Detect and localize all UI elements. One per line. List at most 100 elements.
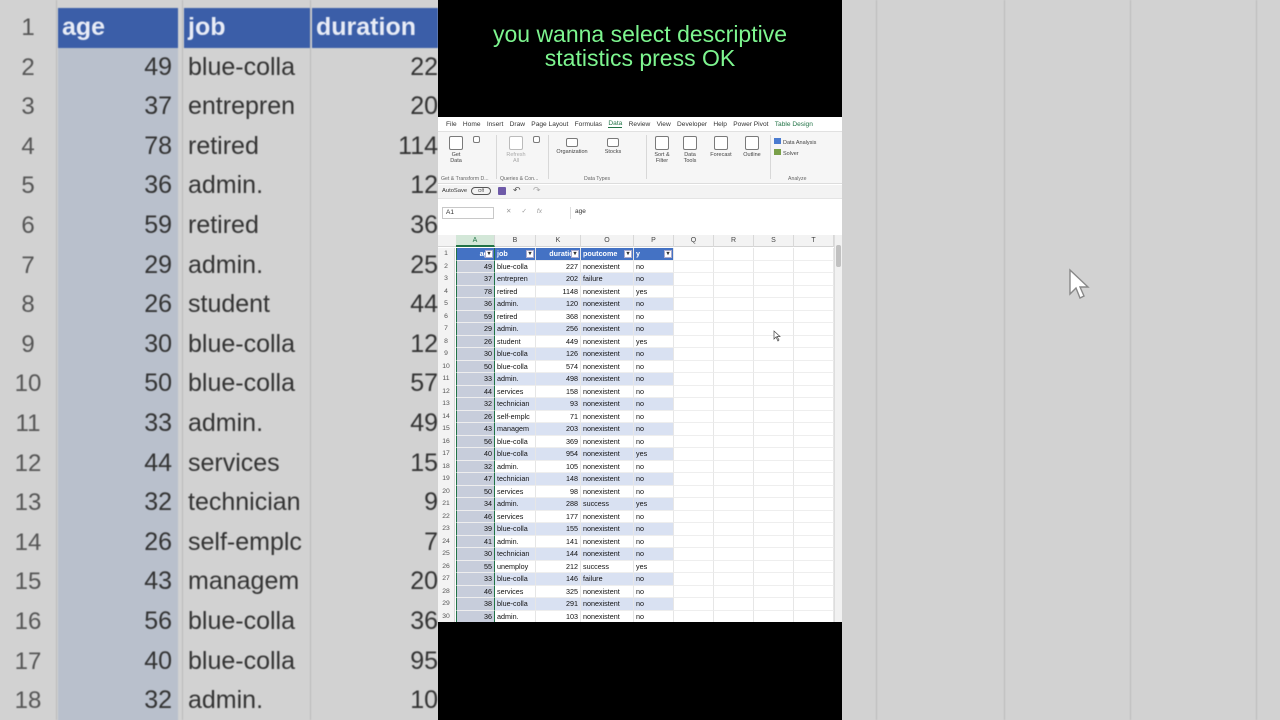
cell-y[interactable]: yes	[634, 335, 674, 348]
empty-cell[interactable]	[674, 598, 714, 611]
cell-y[interactable]: yes	[634, 498, 674, 511]
cell-duration[interactable]: 369	[536, 435, 581, 448]
row-number[interactable]: 2	[438, 260, 455, 273]
cell-y[interactable]: no	[634, 423, 674, 436]
cell-poutcome[interactable]: success	[581, 498, 634, 511]
empty-cell[interactable]	[794, 485, 834, 498]
empty-cell[interactable]	[794, 310, 834, 323]
cell-duration[interactable]: 103	[536, 610, 581, 622]
cell-age[interactable]: 40	[456, 448, 495, 461]
forecast-button[interactable]: Forecast	[708, 136, 734, 158]
empty-cell[interactable]	[754, 448, 794, 461]
cell-job[interactable]: blue-colla	[495, 448, 536, 461]
cell-poutcome[interactable]: nonexistent	[581, 510, 634, 523]
empty-cell[interactable]	[794, 260, 834, 273]
data-tools-button[interactable]: Data Tools	[678, 136, 702, 164]
cell-age[interactable]: 30	[456, 548, 495, 561]
empty-cell[interactable]	[794, 448, 834, 461]
cell-age[interactable]: 43	[456, 423, 495, 436]
cell-poutcome[interactable]: nonexistent	[581, 535, 634, 548]
row-number[interactable]: 11	[438, 373, 455, 386]
empty-cell[interactable]	[794, 435, 834, 448]
empty-cell[interactable]	[714, 535, 754, 548]
cell-age[interactable]: 44	[456, 385, 495, 398]
cell-y[interactable]: no	[634, 573, 674, 586]
tab-view[interactable]: View	[657, 121, 671, 128]
cell-duration[interactable]: 146	[536, 573, 581, 586]
column-header-b[interactable]: B	[495, 235, 536, 247]
cell-poutcome[interactable]: nonexistent	[581, 485, 634, 498]
empty-cell[interactable]	[674, 498, 714, 511]
row-number[interactable]: 29	[438, 598, 455, 611]
filter-dropdown-icon[interactable]: ▾	[664, 250, 672, 258]
empty-cell[interactable]	[794, 610, 834, 622]
cell-duration[interactable]: 155	[536, 523, 581, 536]
empty-cell[interactable]	[754, 548, 794, 561]
cell-job[interactable]: blue-colla	[495, 598, 536, 611]
empty-cell[interactable]	[794, 573, 834, 586]
cell-duration[interactable]: 212	[536, 560, 581, 573]
cell-poutcome[interactable]: nonexistent	[581, 285, 634, 298]
empty-cell[interactable]	[754, 473, 794, 486]
empty-cell[interactable]	[674, 410, 714, 423]
empty-cell[interactable]	[674, 460, 714, 473]
scrollbar-thumb[interactable]	[836, 245, 841, 267]
empty-cell[interactable]	[794, 560, 834, 573]
empty-cell[interactable]	[754, 260, 794, 273]
row-number[interactable]: 18	[438, 460, 455, 473]
row-number[interactable]: 24	[438, 535, 455, 548]
cell-age[interactable]: 56	[456, 435, 495, 448]
cell-y[interactable]: yes	[634, 448, 674, 461]
empty-cell[interactable]	[794, 535, 834, 548]
empty-cell[interactable]	[714, 348, 754, 361]
cell-y[interactable]: no	[634, 510, 674, 523]
save-icon[interactable]	[498, 187, 506, 195]
empty-cell[interactable]	[794, 360, 834, 373]
cell-age[interactable]: 36	[456, 298, 495, 311]
refresh-all-button[interactable]: Refresh All	[504, 136, 528, 164]
empty-cell[interactable]	[674, 248, 714, 261]
empty-cell[interactable]	[714, 498, 754, 511]
empty-cell[interactable]	[714, 360, 754, 373]
empty-cell[interactable]	[674, 473, 714, 486]
cell-y[interactable]: no	[634, 410, 674, 423]
cell-duration[interactable]: 954	[536, 448, 581, 461]
empty-cell[interactable]	[794, 385, 834, 398]
column-header-k[interactable]: K	[536, 235, 581, 247]
cell-job[interactable]: retired	[495, 285, 536, 298]
cell-y[interactable]: no	[634, 360, 674, 373]
cell-duration[interactable]: 227	[536, 260, 581, 273]
empty-cell[interactable]	[714, 548, 754, 561]
empty-cell[interactable]	[714, 523, 754, 536]
empty-cell[interactable]	[674, 273, 714, 286]
cell-job[interactable]: services	[495, 585, 536, 598]
empty-cell[interactable]	[674, 535, 714, 548]
row-number[interactable]: 13	[438, 398, 455, 411]
cell-age[interactable]: 32	[456, 398, 495, 411]
empty-cell[interactable]	[714, 435, 754, 448]
cell-duration[interactable]: 449	[536, 335, 581, 348]
solver-button[interactable]: Solver	[774, 149, 834, 157]
cell-poutcome[interactable]: nonexistent	[581, 410, 634, 423]
filter-dropdown-icon[interactable]: ▾	[624, 250, 632, 258]
cell-poutcome[interactable]: nonexistent	[581, 298, 634, 311]
cell-age[interactable]: 55	[456, 560, 495, 573]
cell-age[interactable]: 34	[456, 498, 495, 511]
empty-cell[interactable]	[754, 285, 794, 298]
cell-duration[interactable]: 368	[536, 310, 581, 323]
stocks-button[interactable]: Stocks	[598, 138, 628, 155]
row-number[interactable]: 27	[438, 573, 455, 586]
cell-job[interactable]: admin.	[495, 323, 536, 336]
cell-poutcome[interactable]: nonexistent	[581, 373, 634, 386]
cell-age[interactable]: 32	[456, 460, 495, 473]
empty-cell[interactable]	[714, 460, 754, 473]
cell-age[interactable]: 26	[456, 410, 495, 423]
row-number[interactable]: 23	[438, 523, 455, 536]
column-header-o[interactable]: O	[581, 235, 634, 247]
tab-data[interactable]: Data	[608, 120, 623, 128]
get-data-button[interactable]: Get Data	[446, 136, 466, 164]
cell-age[interactable]: 78	[456, 285, 495, 298]
cell-duration[interactable]: 93	[536, 398, 581, 411]
empty-cell[interactable]	[674, 398, 714, 411]
cell-age[interactable]: 49	[456, 260, 495, 273]
